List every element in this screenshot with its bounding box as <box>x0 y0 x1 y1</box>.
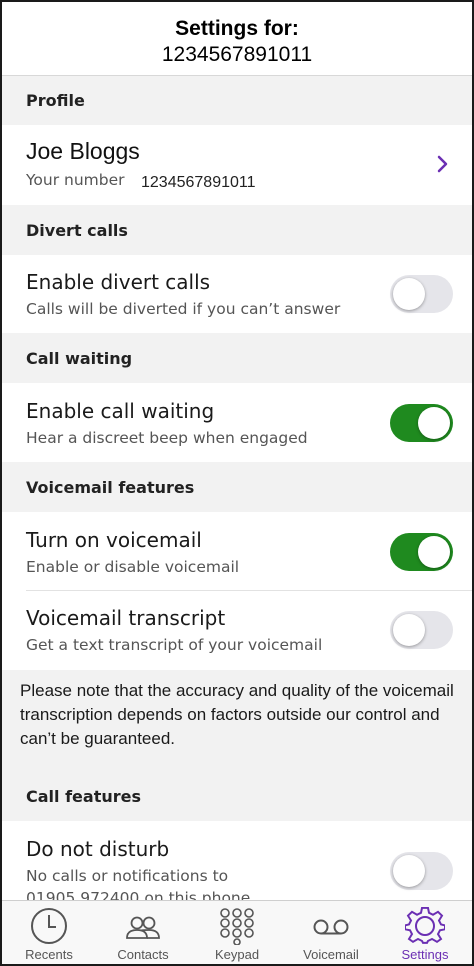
tab-settings[interactable]: Settings <box>378 901 472 964</box>
toggle-knob <box>393 614 425 646</box>
tab-bar: Recents Contacts Keypad Voicemail Settin… <box>2 900 472 964</box>
tab-contacts[interactable]: Contacts <box>96 901 190 964</box>
gear-icon <box>405 907 445 944</box>
settings-screen: Settings for: 1234567891011 Profile Joe … <box>0 0 474 966</box>
section-title: Call features <box>26 787 141 806</box>
divert-calls-label: Enable divert calls <box>26 270 211 294</box>
tab-label: Voicemail <box>303 947 359 962</box>
tab-label: Recents <box>25 947 73 962</box>
tab-label: Keypad <box>214 947 260 962</box>
keypad-icon <box>220 908 254 945</box>
profile-number-label: Your number <box>26 171 125 189</box>
call-waiting-toggle[interactable] <box>390 404 453 442</box>
section-title: Call waiting <box>26 349 133 368</box>
profile-name: Joe Bloggs <box>26 138 140 164</box>
section-header-profile: Profile <box>2 76 472 125</box>
call-waiting-row: Enable call waiting Hear a discreet beep… <box>2 383 472 462</box>
call-waiting-description: Hear a discreet beep when engaged <box>26 429 308 447</box>
voicemail-label: Turn on voicemail <box>26 528 202 552</box>
page-title: Settings for: <box>175 17 299 40</box>
voicemail-transcript-label: Voicemail transcript <box>26 606 226 630</box>
profile-number-value: 1234567891011 <box>141 174 256 191</box>
do-not-disturb-label: Do not disturb <box>26 837 170 861</box>
divert-calls-toggle[interactable] <box>390 275 453 313</box>
toggle-knob <box>418 536 450 568</box>
section-header-divert-calls: Divert calls <box>2 205 472 255</box>
do-not-disturb-description-line2: 01905 972400 on this phone <box>26 889 251 900</box>
section-title: Divert calls <box>26 221 128 240</box>
transcription-disclaimer: Please note that the accuracy and qualit… <box>2 670 472 771</box>
voicemail-row: Turn on voicemail Enable or disable voic… <box>2 512 472 590</box>
do-not-disturb-toggle[interactable] <box>390 852 453 890</box>
voicemail-transcript-description: Get a text transcript of your voicemail <box>26 636 323 654</box>
call-waiting-label: Enable call waiting <box>26 399 215 423</box>
do-not-disturb-row: Do not disturb No calls or notifications… <box>2 821 472 900</box>
toggle-knob <box>418 407 450 439</box>
section-title: Profile <box>26 91 85 110</box>
tab-recents[interactable]: Recents <box>2 901 96 964</box>
navigation-header: Settings for: 1234567891011 <box>2 2 472 76</box>
chevron-right-icon <box>437 155 448 173</box>
tab-keypad[interactable]: Keypad <box>190 901 284 964</box>
voicemail-description: Enable or disable voicemail <box>26 558 240 576</box>
disclaimer-text: Please note that the accuracy and qualit… <box>20 681 454 748</box>
toggle-knob <box>393 855 425 887</box>
divert-calls-row: Enable divert calls Calls will be divert… <box>2 255 472 333</box>
tab-label: Contacts <box>117 947 169 962</box>
section-header-call-features: Call features <box>2 771 472 821</box>
contacts-icon <box>126 916 160 939</box>
tab-label: Settings <box>401 947 449 962</box>
tab-voicemail[interactable]: Voicemail <box>284 901 378 964</box>
section-title: Voicemail features <box>26 478 195 497</box>
divert-calls-description: Calls will be diverted if you can’t answ… <box>26 300 341 318</box>
clock-icon <box>31 908 67 944</box>
profile-row[interactable]: Joe Bloggs Your number 1234567891011 <box>2 125 472 205</box>
voicemail-transcript-toggle[interactable] <box>390 611 453 649</box>
page-subtitle-number: 1234567891011 <box>161 43 313 66</box>
do-not-disturb-description-line1: No calls or notifications to <box>26 867 229 885</box>
toggle-knob <box>393 278 425 310</box>
voicemail-toggle[interactable] <box>390 533 453 571</box>
voicemail-icon <box>313 919 349 935</box>
voicemail-transcript-row: Voicemail transcript Get a text transcri… <box>2 591 472 670</box>
section-header-call-waiting: Call waiting <box>2 333 472 383</box>
section-header-voicemail-features: Voicemail features <box>2 462 472 512</box>
